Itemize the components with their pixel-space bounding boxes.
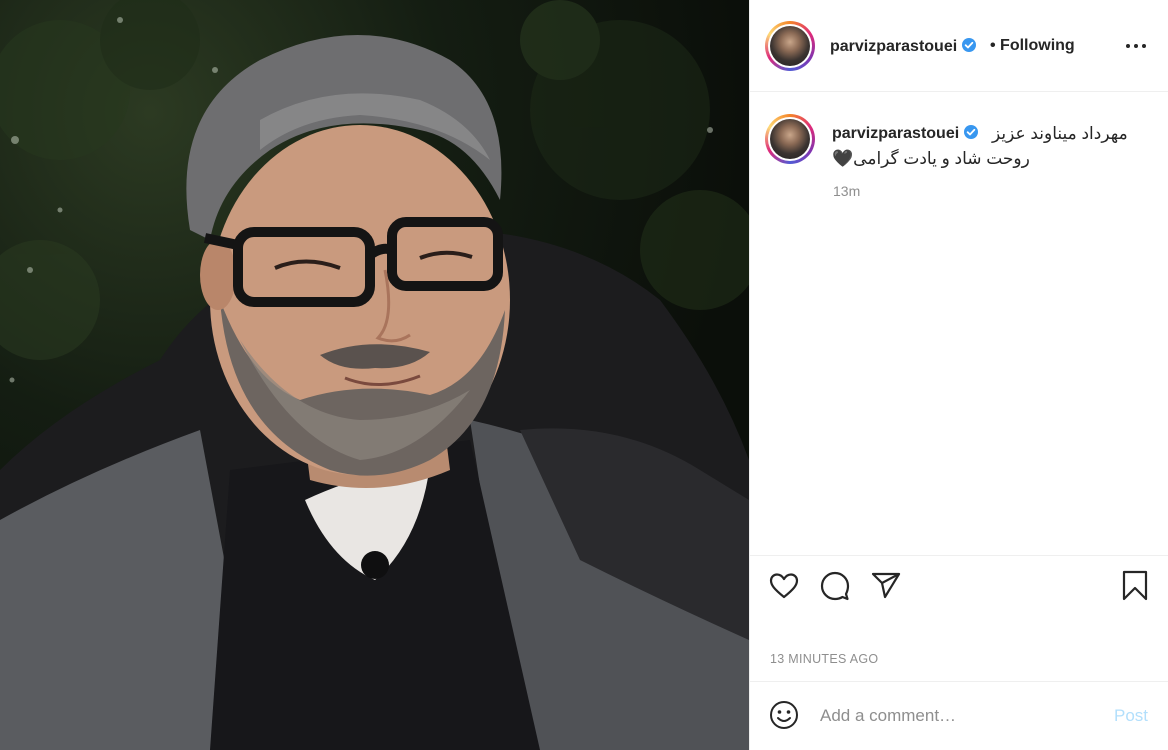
paper-plane-icon[interactable] [870,570,902,602]
caption-timestamp[interactable]: 13m [833,183,860,199]
post-comment-button[interactable]: Post [1114,706,1148,726]
author-username[interactable]: parvizparastouei [830,37,977,56]
post-header: parvizparastouei • Following [750,0,1168,92]
post-photo-illustration [0,0,749,750]
post-side-panel: parvizparastouei • Following parvizparas… [749,0,1168,750]
smiley-icon[interactable] [768,699,800,731]
caption-text: مهرداد میناوند عزیز روحت شاد و یادت گرام… [832,121,1132,171]
author-avatar[interactable] [765,21,815,71]
comment-input[interactable] [820,702,1100,730]
caption-avatar[interactable] [765,114,815,164]
more-horizontal-icon[interactable] [1124,36,1148,56]
heart-icon[interactable] [768,570,800,602]
comment-bubble-icon[interactable] [819,570,851,602]
caption-line-1: مهرداد میناوند عزیز [992,124,1128,143]
post-photo[interactable] [0,0,749,750]
verified-badge-icon [962,38,977,52]
caption-line-2: روحت شاد و یادت گرامی🖤 [832,149,1030,168]
following-status[interactable]: • Following [990,37,1075,55]
bookmark-icon[interactable] [1119,569,1151,601]
post-time-ago[interactable]: 13 MINUTES AGO [770,652,878,666]
post-actions: 13 MINUTES AGO [750,555,1168,681]
post-caption: parvizparastouei مهرداد میناوند عزیز روح… [750,93,1168,555]
comment-bar: Post [750,681,1168,750]
